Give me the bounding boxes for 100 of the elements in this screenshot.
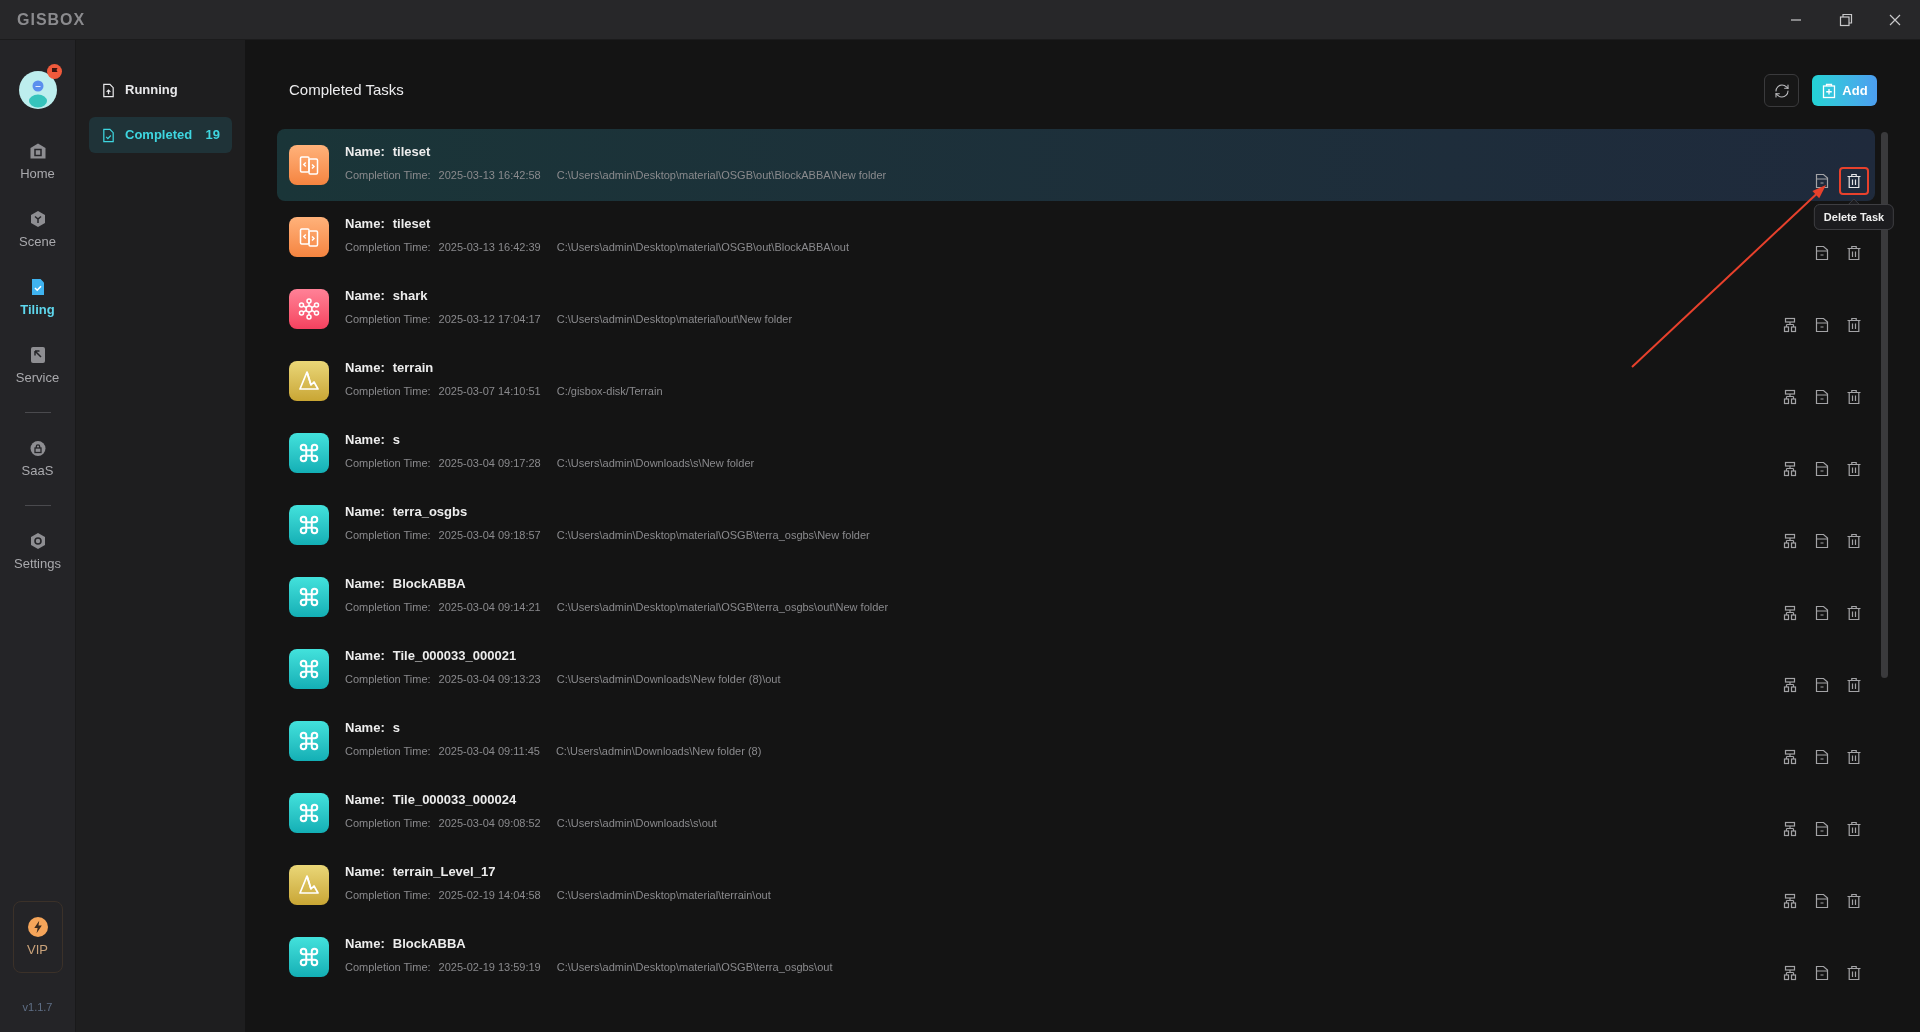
command-icon bbox=[289, 577, 329, 617]
command-icon bbox=[289, 721, 329, 761]
completion-time: 2025-02-19 13:59:19 bbox=[438, 960, 541, 974]
arrow-square-icon bbox=[28, 346, 47, 364]
output-path: C:\Users\admin\Desktop\material\OSGB\out\BlockABBA\New folder bbox=[556, 168, 887, 182]
name-label: Name: bbox=[345, 720, 385, 736]
command-icon bbox=[289, 505, 329, 545]
hierarchy-icon[interactable] bbox=[1782, 821, 1798, 837]
command-icon bbox=[289, 793, 329, 833]
hierarchy-icon[interactable] bbox=[1782, 461, 1798, 477]
refresh-button[interactable] bbox=[1764, 74, 1799, 107]
output-path: C:\Users\admin\Desktop\material\OSGB\terra_osgbs\out\New folder bbox=[556, 600, 889, 614]
output-path: C:\Users\admin\Downloads\s\New folder bbox=[556, 456, 755, 470]
trash-icon[interactable] bbox=[1846, 821, 1862, 837]
lock-icon bbox=[28, 439, 47, 457]
completion-time: 2025-03-04 09:13:23 bbox=[438, 672, 541, 686]
name-label: Name: bbox=[345, 288, 385, 304]
name-label: Name: bbox=[345, 360, 385, 376]
completion-time: 2025-03-07 14:10:51 bbox=[438, 384, 541, 398]
refresh-icon bbox=[1773, 82, 1790, 99]
trash-icon[interactable] bbox=[1846, 389, 1862, 405]
trash-icon[interactable] bbox=[1846, 749, 1862, 765]
command-icon bbox=[289, 649, 329, 689]
vip-button[interactable]: VIP bbox=[12, 901, 63, 973]
time-label: Completion Time: bbox=[345, 672, 431, 686]
name-label: Name: bbox=[345, 432, 385, 448]
output-path: C:/gisbox-disk/Terrain bbox=[556, 384, 663, 398]
name-label: Name: bbox=[345, 216, 385, 232]
hierarchy-icon[interactable] bbox=[1782, 893, 1798, 909]
nav-item[interactable]: SaaS bbox=[0, 435, 75, 483]
caret-icon bbox=[1848, 199, 1860, 205]
hierarchy-icon[interactable] bbox=[1782, 317, 1798, 333]
nav-item[interactable]: Home bbox=[0, 138, 75, 186]
trash-icon[interactable] bbox=[1846, 245, 1862, 261]
time-label: Completion Time: bbox=[345, 240, 431, 254]
task-name: terrain bbox=[392, 360, 434, 376]
trash-icon[interactable] bbox=[1846, 533, 1862, 549]
trash-icon[interactable] bbox=[1846, 893, 1862, 909]
output-path: C:\Users\admin\Desktop\material\OSGB\terra_osgbs\out bbox=[556, 960, 833, 974]
lightning-icon bbox=[27, 916, 48, 937]
archive-icon[interactable] bbox=[1814, 965, 1830, 981]
completion-time: 2025-03-13 16:42:39 bbox=[438, 240, 541, 254]
tooltip: Delete Task bbox=[1813, 204, 1895, 230]
archive-icon[interactable] bbox=[1814, 461, 1830, 477]
archive-icon[interactable] bbox=[1814, 389, 1830, 405]
trash-icon[interactable] bbox=[1846, 173, 1862, 189]
time-label: Completion Time: bbox=[345, 960, 431, 974]
page-title: Completed Tasks bbox=[289, 80, 404, 101]
hierarchy-icon[interactable] bbox=[1782, 677, 1798, 693]
cube-icon bbox=[28, 210, 47, 228]
task-menu-item[interactable]: Running bbox=[89, 72, 232, 108]
archive-icon[interactable] bbox=[1814, 749, 1830, 765]
version-label: v1.1.7 bbox=[22, 1001, 53, 1013]
archive-icon[interactable] bbox=[1814, 533, 1830, 549]
nav-item[interactable]: Settings bbox=[0, 528, 75, 576]
file-check-icon bbox=[101, 127, 116, 143]
hierarchy-icon[interactable] bbox=[1782, 965, 1798, 981]
output-path: C:\Users\admin\Desktop\material\OSGB\out\BlockABBA\out bbox=[556, 240, 849, 254]
nav-item[interactable]: Scene bbox=[0, 206, 75, 254]
nav-item[interactable]: Service bbox=[0, 342, 75, 390]
avatar-icon[interactable] bbox=[18, 71, 57, 109]
name-label: Name: bbox=[345, 144, 385, 160]
trash-icon[interactable] bbox=[1846, 461, 1862, 477]
nav-item[interactable]: Tiling bbox=[0, 274, 75, 322]
archive-icon[interactable] bbox=[1814, 821, 1830, 837]
task-name: terrain_Level_17 bbox=[392, 864, 496, 880]
trash-icon[interactable] bbox=[1846, 965, 1862, 981]
output-path: C:\Users\admin\Desktop\material\OSGB\terra_osgbs\New folder bbox=[556, 528, 870, 542]
file-upload-icon bbox=[101, 82, 116, 98]
app-logo: GISBOX bbox=[17, 9, 86, 30]
completion-time: 2025-03-04 09:11:45 bbox=[438, 744, 540, 758]
time-label: Completion Time: bbox=[345, 744, 431, 758]
command-icon bbox=[289, 433, 329, 473]
archive-icon[interactable] bbox=[1814, 245, 1830, 261]
hierarchy-icon[interactable] bbox=[1782, 533, 1798, 549]
trash-icon[interactable] bbox=[1846, 317, 1862, 333]
output-path: C:\Users\admin\Desktop\material\terrain\out bbox=[556, 888, 771, 902]
task-name: BlockABBA bbox=[392, 936, 466, 952]
archive-icon[interactable] bbox=[1814, 317, 1830, 333]
trash-icon[interactable] bbox=[1846, 605, 1862, 621]
completion-time: 2025-03-12 17:04:17 bbox=[438, 312, 541, 326]
archive-icon[interactable] bbox=[1814, 677, 1830, 693]
output-path: C:\Users\admin\Desktop\material\out\New folder bbox=[556, 312, 793, 326]
task-menu-item[interactable]: Completed 19 bbox=[89, 117, 232, 153]
task-row[interactable]: Name: tileset Completion Time: 2025-03-13 16:42:58 C:\Users\admin\Desktop\material\OSGB\out\BlockABBA\New folder bbox=[277, 129, 1875, 201]
time-label: Completion Time: bbox=[345, 888, 431, 902]
hierarchy-icon[interactable] bbox=[1782, 389, 1798, 405]
completion-time: 2025-03-13 16:42:58 bbox=[438, 168, 541, 182]
time-label: Completion Time: bbox=[345, 456, 431, 470]
archive-icon[interactable] bbox=[1814, 893, 1830, 909]
trash-icon[interactable] bbox=[1846, 677, 1862, 693]
mountain-icon bbox=[289, 361, 329, 401]
archive-icon[interactable] bbox=[1814, 605, 1830, 621]
task-name: Tile_000033_000021 bbox=[392, 648, 517, 664]
code-panels-icon bbox=[289, 145, 329, 185]
restore-icon[interactable] bbox=[1838, 11, 1854, 28]
archive-icon[interactable] bbox=[1814, 173, 1830, 189]
hierarchy-icon[interactable] bbox=[1782, 749, 1798, 765]
command-icon bbox=[289, 937, 329, 977]
hierarchy-icon[interactable] bbox=[1782, 605, 1798, 621]
